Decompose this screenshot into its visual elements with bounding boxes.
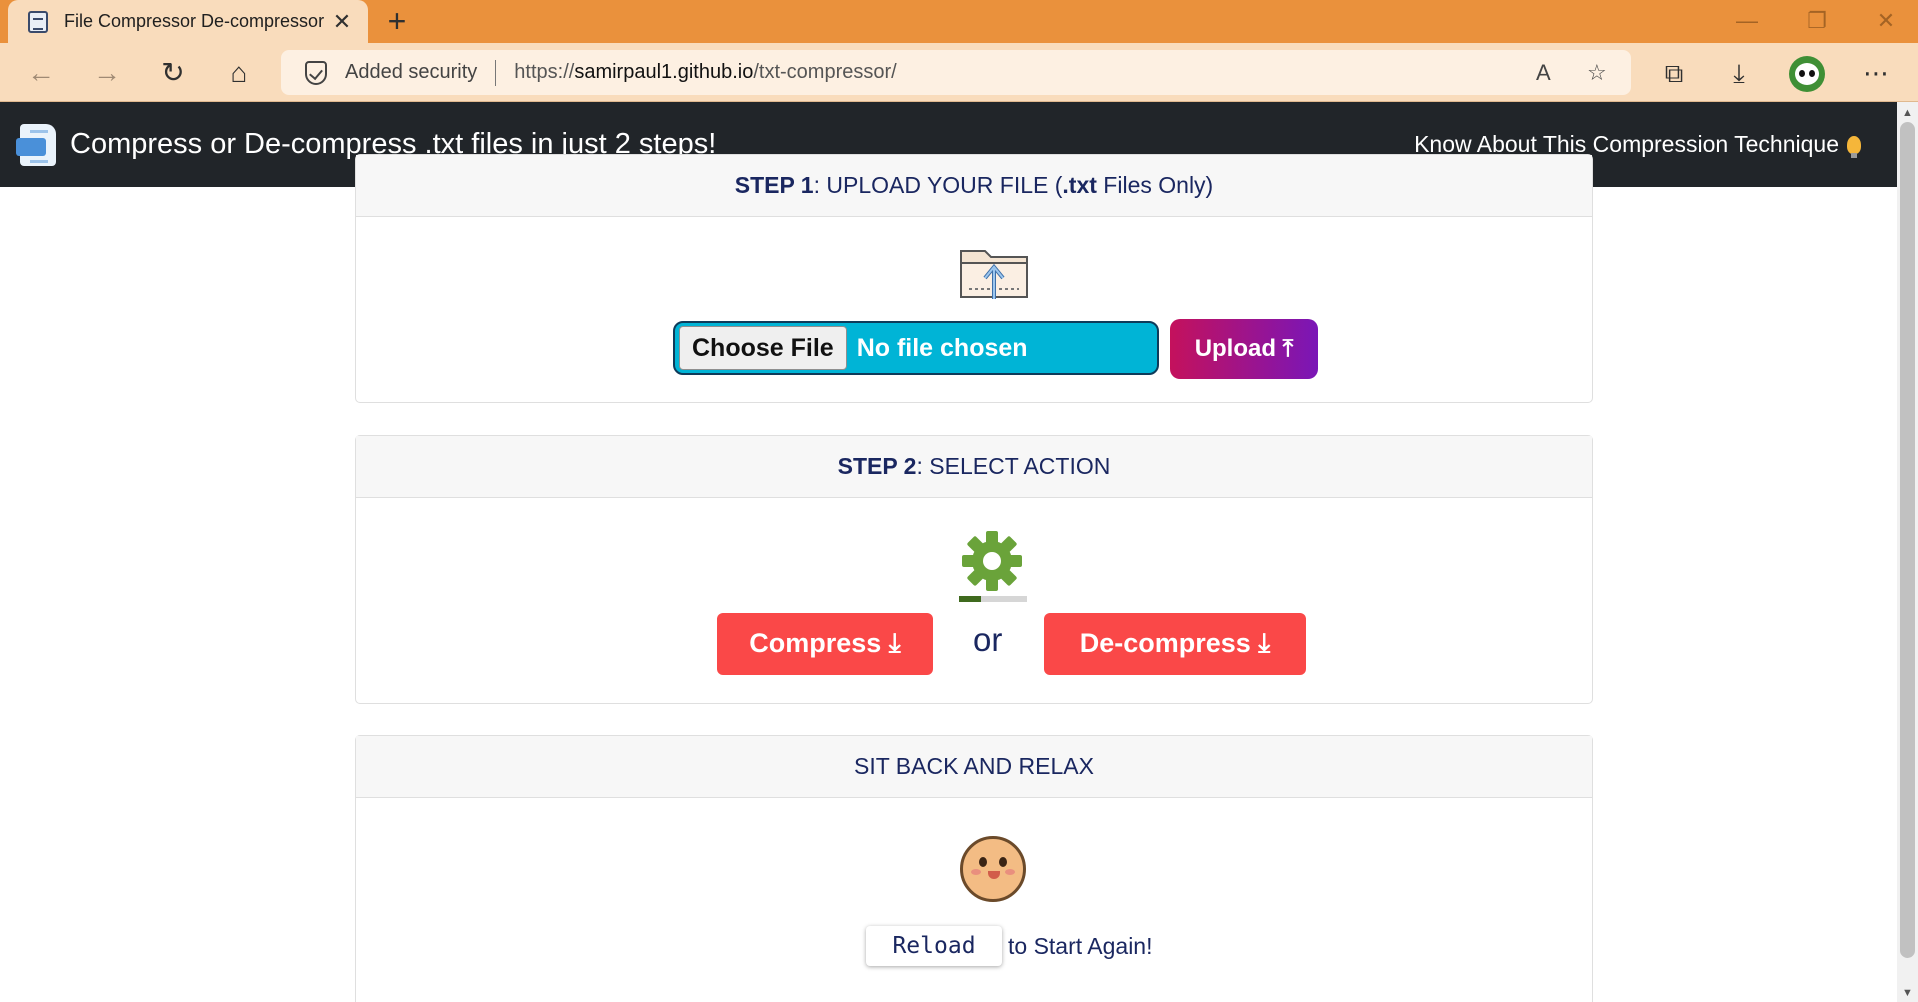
- favorites-icon[interactable]: ☆: [1587, 50, 1607, 95]
- page-scrollbar[interactable]: ▲ ▼: [1897, 102, 1918, 1002]
- relax-card: SIT BACK AND RELAX Reload to Start Again…: [355, 735, 1593, 1002]
- lightbulb-icon: [1847, 135, 1861, 158]
- scroll-up-icon[interactable]: ▲: [1897, 104, 1918, 122]
- document-favicon-icon: [28, 10, 48, 33]
- step1-heading: STEP 1: UPLOAD YOUR FILE (.txt Files Onl…: [356, 155, 1592, 217]
- home-icon[interactable]: ⌂: [217, 51, 261, 95]
- page-viewport: Compress or De-compress .txt files in ju…: [0, 102, 1897, 1002]
- reload-button[interactable]: Reload: [866, 926, 1002, 966]
- restore-icon[interactable]: ❐: [1797, 6, 1837, 36]
- address-toolbar: ← → ↻ ⌂ Added security https://samirpaul…: [0, 43, 1918, 102]
- folder-upload-icon: [960, 250, 1028, 299]
- new-tab-icon[interactable]: +: [382, 4, 412, 38]
- step1-card: STEP 1: UPLOAD YOUR FILE (.txt Files Onl…: [355, 154, 1593, 403]
- downloads-icon[interactable]: ⤓: [1717, 51, 1761, 95]
- url-bar[interactable]: Added security https://samirpaul1.github…: [281, 50, 1631, 95]
- progress-bar: [959, 596, 1027, 602]
- decompress-button[interactable]: De-compress ⤓: [1044, 613, 1306, 675]
- reload-row: Reload to Start Again!: [866, 926, 1152, 966]
- or-label: or: [973, 621, 1003, 658]
- document-logo-icon: [16, 123, 56, 166]
- smiley-face-icon: [960, 836, 1026, 902]
- upload-button[interactable]: Upload ⤒: [1170, 319, 1318, 379]
- compress-button[interactable]: Compress ⤓: [717, 613, 933, 675]
- profile-avatar[interactable]: [1789, 56, 1825, 92]
- scroll-thumb[interactable]: [1900, 122, 1915, 958]
- close-window-icon[interactable]: ✕: [1866, 6, 1906, 36]
- browser-tab-bar: File Compressor De-compressor ✕ + — ❐ ✕: [0, 0, 1918, 43]
- more-icon[interactable]: ⋯: [1854, 51, 1898, 95]
- gear-icon: [962, 531, 1022, 591]
- refresh-icon[interactable]: ↻: [151, 51, 195, 95]
- minimize-icon[interactable]: —: [1727, 6, 1767, 36]
- read-aloud-icon[interactable]: A: [1536, 50, 1551, 95]
- security-shield-icon[interactable]: [305, 60, 327, 85]
- step2-card: STEP 2: SELECT ACTION Compress ⤓ or De-c…: [355, 435, 1593, 704]
- tab-title: File Compressor De-compressor: [64, 11, 325, 31]
- forward-icon[interactable]: →: [85, 51, 129, 95]
- progress-fill: [959, 596, 982, 602]
- url-text[interactable]: https://samirpaul1.github.io/txt-compres…: [514, 61, 896, 84]
- close-tab-icon[interactable]: ✕: [330, 9, 354, 35]
- extensions-icon[interactable]: ⧉: [1652, 51, 1696, 95]
- relax-heading: SIT BACK AND RELAX: [356, 736, 1592, 798]
- url-separator: [495, 59, 497, 86]
- choose-file-button[interactable]: Choose File: [679, 326, 847, 370]
- file-input[interactable]: Choose File No file chosen: [673, 321, 1159, 375]
- back-icon[interactable]: ←: [19, 51, 63, 95]
- browser-tab[interactable]: File Compressor De-compressor ✕: [8, 0, 368, 43]
- security-label[interactable]: Added security: [345, 61, 477, 84]
- file-status: No file chosen: [856, 333, 1028, 362]
- scroll-down-icon[interactable]: ▼: [1897, 984, 1918, 1002]
- step2-heading: STEP 2: SELECT ACTION: [356, 436, 1592, 498]
- reload-text: to Start Again!: [1008, 932, 1153, 959]
